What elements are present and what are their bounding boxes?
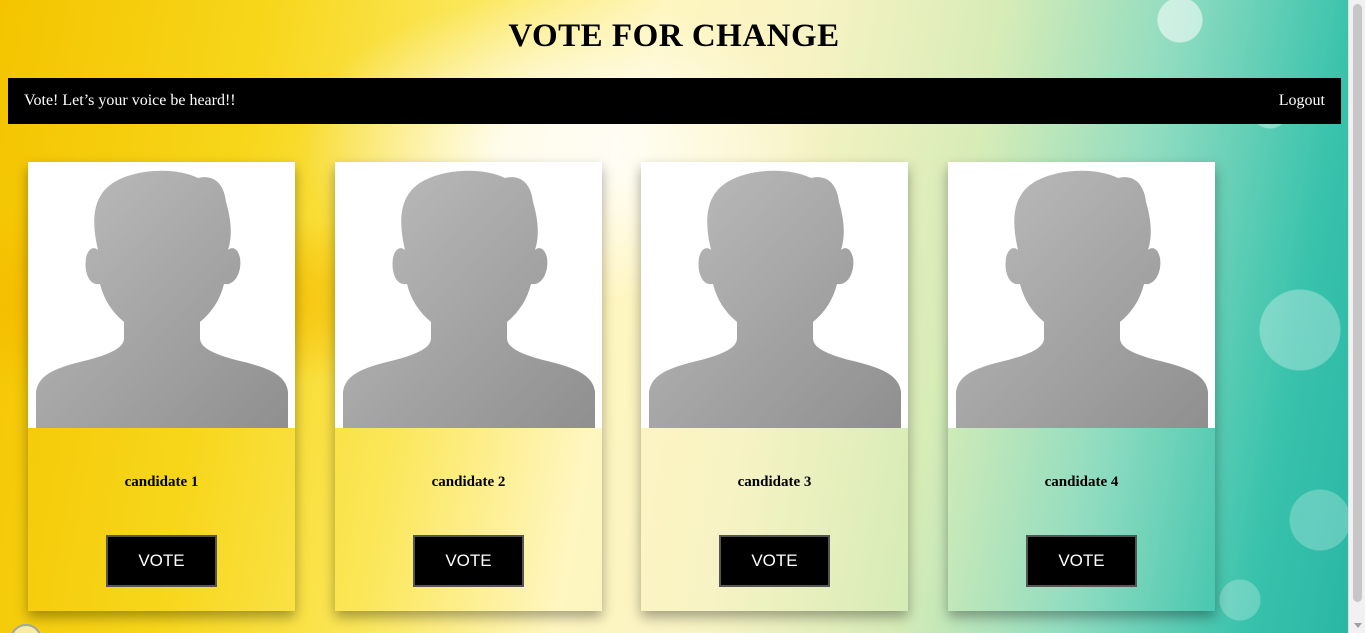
candidate-card: candidate 1 VOTE bbox=[28, 162, 295, 611]
floating-circle-button[interactable] bbox=[10, 624, 42, 633]
page-title: VOTE FOR CHANGE bbox=[508, 18, 840, 54]
candidate-name: candidate 4 bbox=[1044, 474, 1119, 490]
scroll-down-arrow-icon[interactable] bbox=[1354, 623, 1362, 628]
vote-button[interactable]: VOTE bbox=[1026, 535, 1137, 587]
candidate-name: candidate 3 bbox=[737, 474, 812, 490]
candidate-name: candidate 1 bbox=[124, 474, 199, 490]
person-silhouette-icon bbox=[36, 170, 288, 428]
vote-button[interactable]: VOTE bbox=[413, 535, 524, 587]
logout-link[interactable]: Logout bbox=[1279, 92, 1325, 110]
person-silhouette-icon bbox=[649, 170, 901, 428]
person-silhouette-icon bbox=[343, 170, 595, 428]
candidate-card: candidate 3 VOTE bbox=[641, 162, 908, 611]
vertical-scrollbar[interactable] bbox=[1348, 0, 1365, 633]
scrollbar-thumb[interactable] bbox=[1353, 4, 1362, 602]
top-navbar: Vote! Let’s your voice be heard!! Logout bbox=[8, 78, 1341, 124]
vote-button[interactable]: VOTE bbox=[719, 535, 830, 587]
vote-button[interactable]: VOTE bbox=[106, 535, 217, 587]
navbar-tagline: Vote! Let’s your voice be heard!! bbox=[24, 92, 236, 109]
candidate-name: candidate 2 bbox=[431, 474, 506, 490]
candidate-photo bbox=[335, 162, 602, 428]
candidate-photo bbox=[641, 162, 908, 428]
candidate-card: candidate 2 VOTE bbox=[335, 162, 602, 611]
candidate-card: candidate 4 VOTE bbox=[948, 162, 1215, 611]
candidate-photo bbox=[28, 162, 295, 428]
person-silhouette-icon bbox=[956, 170, 1208, 428]
candidate-photo bbox=[948, 162, 1215, 428]
